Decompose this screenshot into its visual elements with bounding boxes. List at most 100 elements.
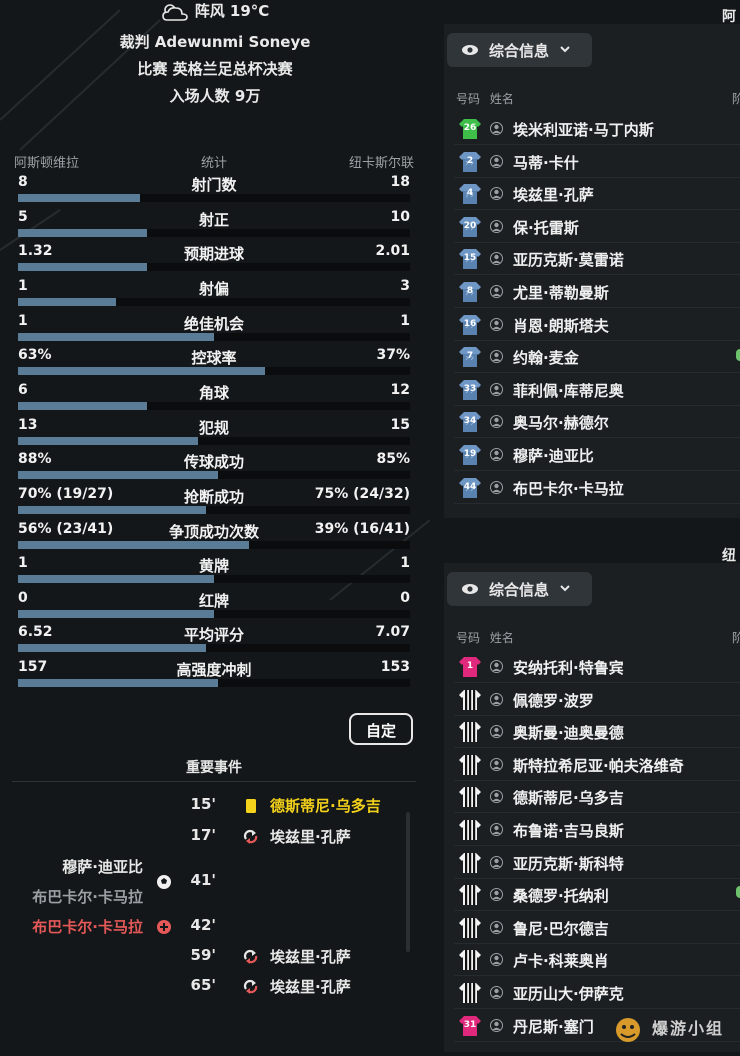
watermark-logo: 爆游小组 (612, 1012, 740, 1052)
player-name[interactable]: 佩德罗·波罗 (513, 690, 594, 711)
event-icon-wrap (243, 949, 259, 965)
player-name[interactable]: 安纳托利·特鲁宾 (513, 657, 624, 678)
player-row[interactable]: 斯特拉希尼亚·帕夫洛维奇 (454, 750, 740, 781)
player-name[interactable]: 卢卡·科莱奥肖 (513, 950, 609, 971)
player-row[interactable]: 佩德罗·波罗 (454, 685, 740, 716)
player-name[interactable]: 埃米利亚诺·马丁内斯 (513, 119, 654, 140)
top-info-dropdown[interactable]: 综合信息 (447, 33, 592, 67)
stat-bar-fill (18, 401, 148, 410)
player-name[interactable]: 亚历克斯·莫雷诺 (513, 249, 624, 270)
player-name[interactable]: 桑德罗·托纳利 (513, 885, 609, 906)
stat-row: 1 绝佳机会 1 (14, 313, 414, 347)
event-icon-wrap (156, 874, 172, 890)
player-name[interactable]: 鲁尼·巴尔德吉 (513, 918, 609, 939)
stat-away-value: 18 (390, 174, 410, 190)
chevron-down-icon (560, 585, 570, 592)
player-name[interactable]: 奥马尔·赫德尔 (513, 412, 609, 433)
events-scrollbar[interactable] (406, 812, 410, 952)
player-name[interactable]: 埃兹里·孔萨 (513, 184, 594, 205)
player-row[interactable]: 20 保·托雷斯 (454, 212, 740, 243)
player-profile-icon[interactable] (490, 920, 503, 934)
player-name[interactable]: 布鲁诺·吉马良斯 (513, 820, 624, 841)
event-player-name[interactable]: 埃兹里·孔萨 (270, 826, 351, 847)
player-name[interactable]: 亚历山大·伊萨克 (513, 983, 624, 1004)
player-row[interactable]: 7 约翰·麦金 (454, 342, 740, 374)
player-name[interactable]: 布巴卡尔·卡马拉 (513, 478, 624, 499)
player-name[interactable]: 斯特拉希尼亚·帕夫洛维奇 (513, 755, 684, 776)
player-name[interactable]: 奥斯曼·迪奥曼德 (513, 722, 624, 743)
event-player-name[interactable]: 埃兹里·孔萨 (270, 976, 351, 997)
player-profile-icon[interactable] (490, 317, 503, 331)
player-profile-icon[interactable] (490, 692, 503, 706)
player-name[interactable]: 肖恩·朗斯塔夫 (513, 315, 609, 336)
player-profile-icon[interactable] (490, 986, 503, 999)
player-row[interactable]: 亚历克斯·斯科特 (454, 848, 740, 879)
player-row[interactable]: 19 穆萨·迪亚比 (454, 440, 740, 471)
player-profile-icon[interactable] (490, 757, 503, 771)
player-profile-icon[interactable] (490, 725, 503, 739)
event-minute: 42' (190, 916, 216, 934)
player-row[interactable]: 2 马蒂·卡什 (454, 147, 740, 178)
player-profile-icon[interactable] (490, 350, 503, 364)
player-name[interactable]: 尤里·蒂勒曼斯 (513, 282, 609, 303)
event-player-name[interactable]: 埃兹里·孔萨 (270, 946, 351, 967)
player-row[interactable]: 卢卡·科莱奥肖 (454, 945, 740, 977)
player-row[interactable]: 奥斯曼·迪奥曼德 (454, 717, 740, 749)
player-profile-icon[interactable] (490, 888, 503, 902)
player-name[interactable]: 穆萨·迪亚比 (513, 445, 594, 466)
player-profile-icon[interactable] (490, 219, 503, 233)
player-row[interactable]: 33 菲利佩·库蒂尼奥 (454, 375, 740, 406)
player-profile-icon[interactable] (490, 855, 503, 869)
player-profile-icon[interactable] (490, 480, 503, 494)
player-row[interactable]: 26 埃米利亚诺·马丁内斯 (454, 114, 740, 145)
stat-name: 绝佳机会 (183, 314, 244, 333)
player-row[interactable]: 德斯蒂尼·乌多吉 (454, 782, 740, 814)
watermark-text: 爆游小组 (652, 1019, 725, 1038)
player-profile-icon[interactable] (490, 252, 503, 266)
player-row[interactable]: 34 奥马尔·赫德尔 (454, 407, 740, 439)
player-row[interactable]: 布鲁诺·吉马良斯 (454, 815, 740, 846)
customize-button[interactable]: 自定 (349, 713, 413, 745)
player-row[interactable]: 鲁尼·巴尔德吉 (454, 913, 740, 944)
player-status-indicator (736, 886, 740, 898)
newcastle-kit-icon (459, 983, 481, 1003)
player-row[interactable]: 44 布巴卡尔·卡马拉 (454, 473, 740, 504)
bottom-info-dropdown[interactable]: 综合信息 (447, 572, 592, 606)
player-profile-icon[interactable] (490, 187, 503, 201)
player-row[interactable]: 15 亚历克斯·莫雷诺 (454, 244, 740, 276)
event-player-name[interactable]: 布巴卡尔·卡马拉 (32, 916, 143, 937)
player-profile-icon[interactable] (490, 1018, 503, 1032)
player-profile-icon[interactable] (490, 790, 503, 804)
stat-bar-fill (18, 228, 148, 237)
player-row[interactable]: 亚历山大·伊萨克 (454, 978, 740, 1009)
event-assist-name[interactable]: 布巴卡尔·卡马拉 (32, 886, 143, 907)
player-row[interactable]: 4 埃兹里·孔萨 (454, 179, 740, 211)
event-player-name[interactable]: 穆萨·迪亚比 (62, 856, 143, 877)
player-profile-icon[interactable] (490, 953, 503, 967)
col-extra: 阶 (732, 631, 740, 645)
player-name[interactable]: 保·托雷斯 (513, 217, 579, 238)
player-name[interactable]: 丹尼斯·塞门 (513, 1016, 594, 1037)
player-profile-icon[interactable] (490, 122, 503, 135)
player-profile-icon[interactable] (490, 448, 503, 461)
player-row[interactable]: 1 安纳托利·特鲁宾 (454, 652, 740, 683)
player-row[interactable]: 8 尤里·蒂勒曼斯 (454, 277, 740, 308)
stat-bar-fill (18, 679, 218, 688)
player-profile-icon[interactable] (490, 660, 503, 673)
player-name[interactable]: 约翰·麦金 (513, 347, 579, 368)
player-profile-icon[interactable] (490, 285, 503, 298)
player-profile-icon[interactable] (490, 415, 503, 429)
player-profile-icon[interactable] (490, 382, 503, 396)
player-name[interactable]: 菲利佩·库蒂尼奥 (513, 380, 624, 401)
stat-bar-track (18, 228, 410, 237)
player-row[interactable]: 桑德罗·托纳利 (454, 880, 740, 912)
player-name[interactable]: 亚历克斯·斯科特 (513, 853, 624, 874)
player-status-indicator (736, 349, 740, 361)
eye-icon (462, 584, 478, 594)
player-name[interactable]: 德斯蒂尼·乌多吉 (513, 787, 624, 808)
event-player-name[interactable]: 德斯蒂尼·乌多吉 (270, 795, 381, 816)
player-row[interactable]: 16 肖恩·朗斯塔夫 (454, 310, 740, 341)
player-name[interactable]: 马蒂·卡什 (513, 152, 579, 173)
player-profile-icon[interactable] (490, 154, 503, 168)
player-profile-icon[interactable] (490, 823, 503, 836)
